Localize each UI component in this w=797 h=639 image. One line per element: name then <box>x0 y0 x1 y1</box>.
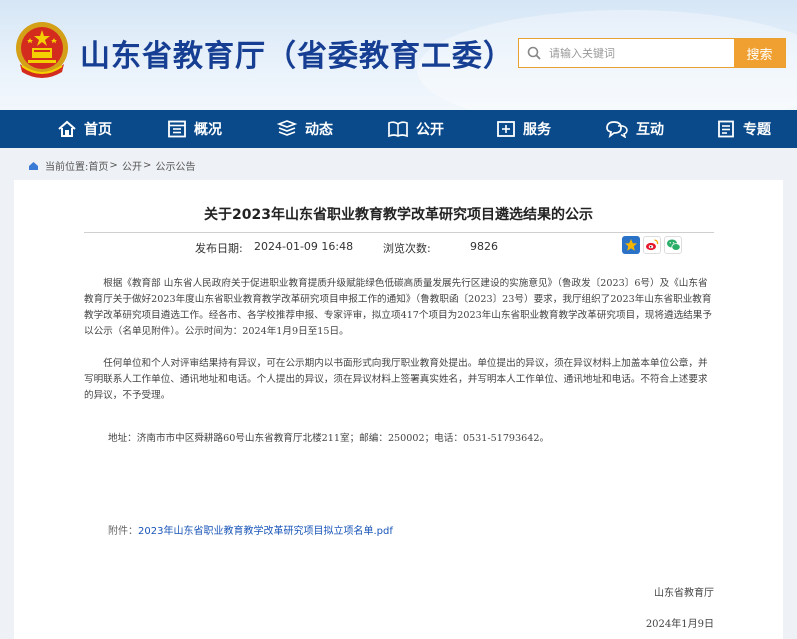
nav-label: 首页 <box>84 122 112 138</box>
views-count: 9826 <box>470 240 498 253</box>
article-paragraph-2: 任何单位和个人对评审结果持有异议，可在公示期内以书面形式向我厅职业教育处提出。单… <box>84 358 708 401</box>
attachment-label: 附件： <box>108 526 138 537</box>
home-icon <box>57 120 77 138</box>
share-bar <box>622 236 682 254</box>
breadcrumb-notice[interactable]: 公示公告 <box>156 158 196 173</box>
breadcrumb: 当前位置: 首页 > 公开 > 公示公告 <box>28 158 196 173</box>
nav-label: 服务 <box>523 122 551 138</box>
site-title[interactable]: 山东省教育厅（省委教育工委） <box>80 31 514 75</box>
contact-address: 地址：济南市市中区舜耕路60号山东省教育厅北楼211室；邮编：250002；电话… <box>108 433 550 444</box>
qzone-star-icon[interactable] <box>622 236 640 254</box>
publish-date: 2024-01-09 16:48 <box>254 240 354 253</box>
weibo-icon[interactable] <box>643 236 661 254</box>
signature-org: 山东省教育厅 <box>654 588 714 599</box>
nav-label: 专题 <box>743 122 771 138</box>
publish-date-label: 发布日期: <box>195 242 243 255</box>
chat-icon <box>605 120 629 138</box>
breadcrumb-home[interactable]: 首页 <box>88 158 108 173</box>
nav-label: 公开 <box>416 122 444 138</box>
main-nav: 首页 概况 动态 公开 服务 互动 专题 <box>0 110 797 148</box>
article-card: 关于2023年山东省职业教育教学改革研究项目遴选结果的公示 发布日期: 2024… <box>14 180 783 639</box>
service-icon <box>496 120 516 138</box>
nav-label: 动态 <box>305 122 333 138</box>
book-icon <box>387 120 409 138</box>
national-emblem-icon[interactable] <box>14 20 70 82</box>
attachment-link[interactable]: 2023年山东省职业教育教学改革研究项目拟立项名单.pdf <box>138 526 393 537</box>
breadcrumb-public[interactable]: 公开 <box>122 158 142 173</box>
title-divider <box>84 232 714 233</box>
search-input[interactable] <box>549 39 734 67</box>
nav-label: 互动 <box>636 122 664 138</box>
article-title: 关于2023年山东省职业教育教学改革研究项目遴选结果的公示 <box>204 207 593 223</box>
wechat-icon[interactable] <box>664 236 682 254</box>
search-button[interactable]: 搜索 <box>734 39 785 67</box>
breadcrumb-prefix: 当前位置: <box>45 162 89 173</box>
breadcrumb-separator: > <box>109 160 118 171</box>
search-icon <box>519 39 549 67</box>
nav-item-overview[interactable]: 概况 <box>167 110 222 148</box>
site-header: 山东省教育厅（省委教育工委） 搜索 <box>0 0 797 110</box>
views-label: 浏览次数: <box>383 242 431 255</box>
search-box: 搜索 <box>518 38 786 68</box>
topic-icon <box>716 120 736 138</box>
overview-icon <box>167 120 187 138</box>
nav-label: 概况 <box>194 122 222 138</box>
news-icon <box>276 120 298 138</box>
nav-item-service[interactable]: 服务 <box>496 110 551 148</box>
location-home-icon <box>28 161 39 171</box>
breadcrumb-separator: > <box>142 160 152 171</box>
nav-item-topic[interactable]: 专题 <box>716 110 771 148</box>
signature-date: 2024年1月9日 <box>645 619 714 630</box>
article-paragraph-1: 根据《教育部 山东省人民政府关于促进职业教育提质升级赋能绿色低碳高质量发展先行区… <box>84 278 712 337</box>
nav-item-interact[interactable]: 互动 <box>605 110 664 148</box>
nav-item-home[interactable]: 首页 <box>57 110 112 148</box>
nav-item-news[interactable]: 动态 <box>276 110 333 148</box>
nav-item-public[interactable]: 公开 <box>387 110 444 148</box>
attachment: 附件：2023年山东省职业教育教学改革研究项目拟立项名单.pdf <box>108 522 393 537</box>
